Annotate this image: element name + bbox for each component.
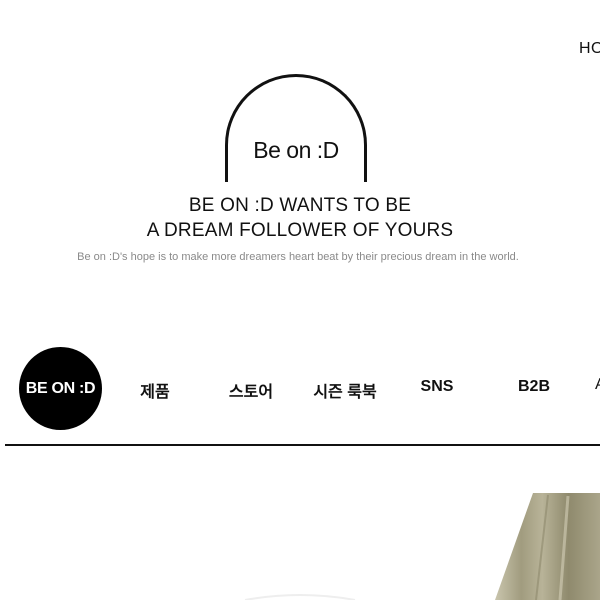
hero-fabric-fold: [558, 495, 570, 600]
hero-fabric-fold: [535, 494, 549, 600]
nav-item-sns[interactable]: SNS: [421, 378, 454, 396]
brand-subline: Be on :D's hope is to make more dreamers…: [77, 251, 519, 263]
nav-logo-label: BE ON :D: [25, 379, 96, 397]
nav-item-store[interactable]: 스토어: [229, 378, 273, 402]
brand-tagline-line2: A DREAM FOLLOWER OF YOURS: [146, 220, 454, 241]
nav-item-partial[interactable]: Α: [595, 376, 600, 394]
nav-divider: [5, 444, 600, 446]
brand-logo-arch: Be on :D: [225, 74, 367, 182]
nav-item-lookbook[interactable]: 시즌 룩북: [313, 378, 376, 402]
nav-item-b2b[interactable]: B2B: [518, 378, 550, 396]
nav-logo-button[interactable]: BE ON :D: [19, 347, 102, 430]
brand-tagline-line1: BE ON :D WANTS TO BE: [188, 195, 412, 216]
hero-bottom-arc: [244, 594, 356, 600]
home-link[interactable]: HO: [579, 40, 600, 58]
nav-item-products[interactable]: 제품: [140, 378, 169, 402]
brand-logo-text: Be on :D: [253, 137, 339, 163]
hero-fabric-shape: [495, 493, 600, 600]
